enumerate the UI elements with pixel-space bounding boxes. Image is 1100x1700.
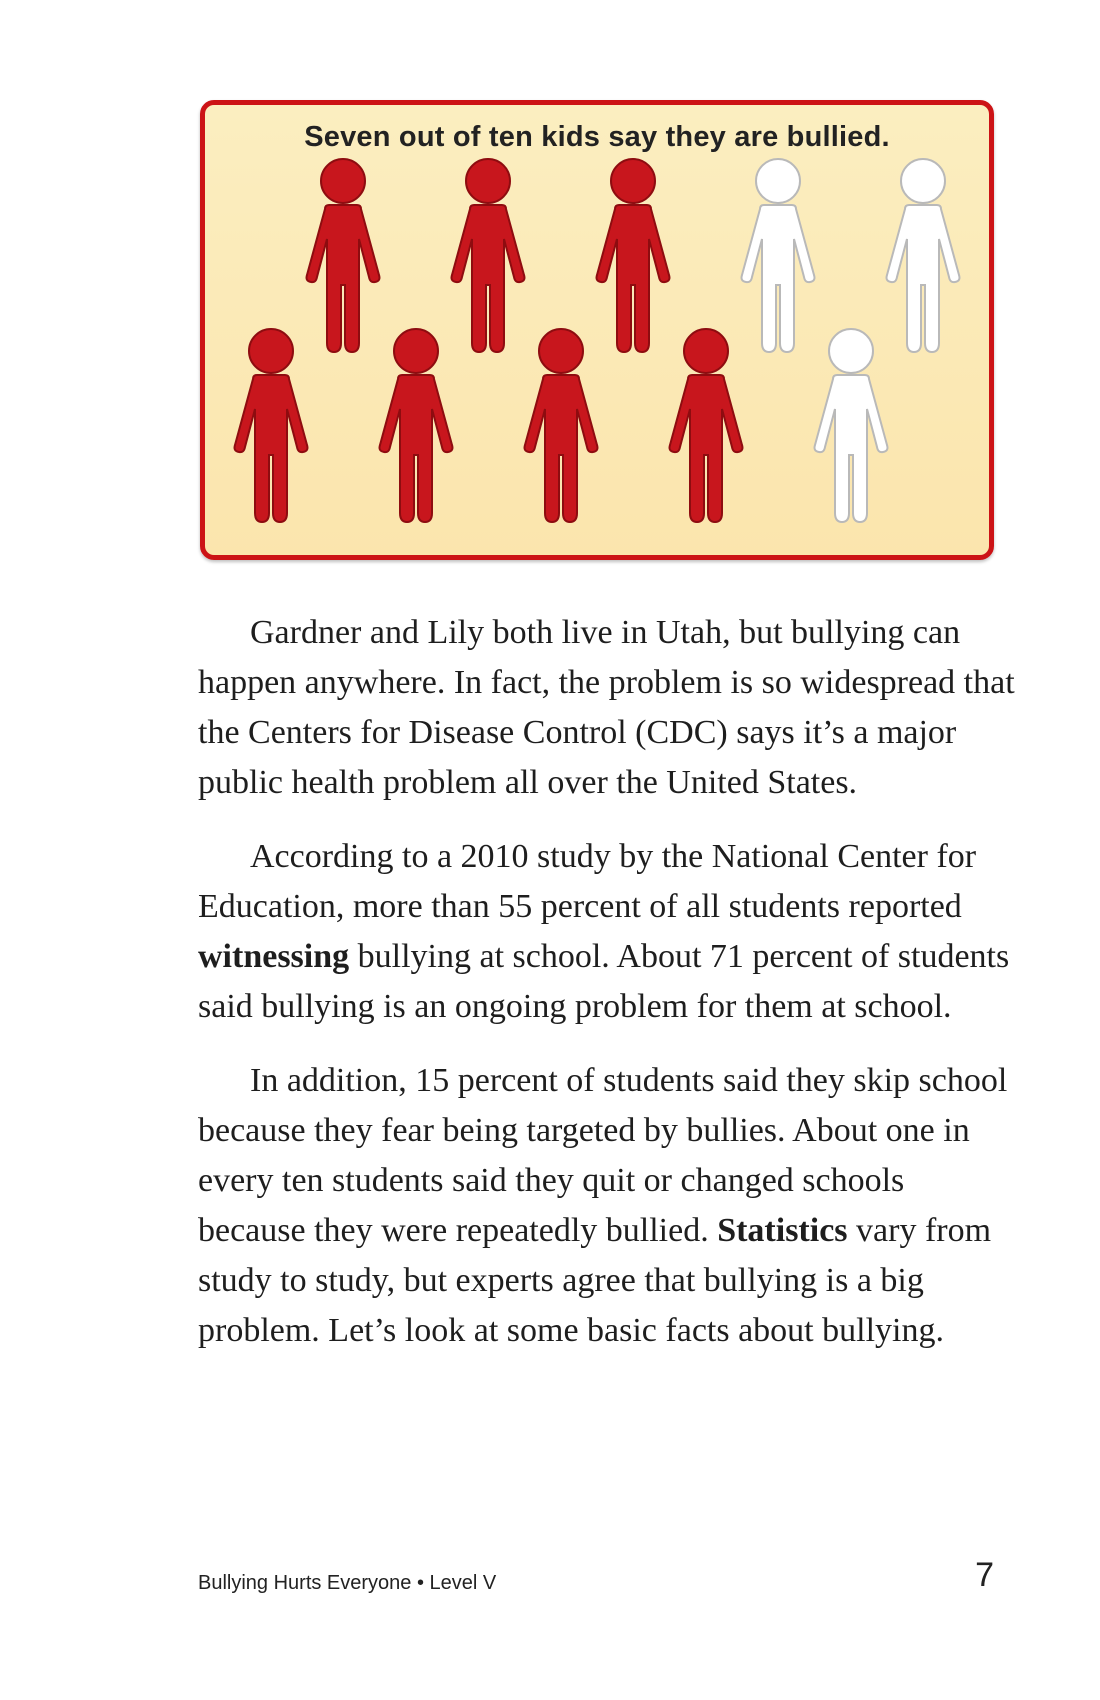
page-number: 7 bbox=[975, 1556, 994, 1594]
glossary-term-statistics: Statistics bbox=[717, 1212, 848, 1249]
person-icon bbox=[378, 328, 454, 524]
not-bullied-person-icon bbox=[803, 327, 899, 527]
paragraph-1-text: Gardner and Lily both live in Utah, but … bbox=[198, 614, 1015, 801]
paragraph-3: In addition, 15 percent of students said… bbox=[198, 1056, 1018, 1356]
bullied-person-icon bbox=[368, 327, 464, 527]
bullied-person-icon bbox=[658, 327, 754, 527]
paragraph-2-text-a: According to a 2010 study by the Nationa… bbox=[198, 838, 977, 925]
bullied-person-icon bbox=[513, 327, 609, 527]
footer-book-title: Bullying Hurts Everyone • Level V bbox=[198, 1572, 497, 1594]
person-icon bbox=[523, 328, 599, 524]
person-icon bbox=[668, 328, 744, 524]
paragraph-1: Gardner and Lily both live in Utah, but … bbox=[198, 608, 1018, 808]
person-icon bbox=[813, 328, 889, 524]
infographic-title: Seven out of ten kids say they are bulli… bbox=[304, 121, 890, 153]
person-icon bbox=[233, 328, 309, 524]
bullied-person-icon bbox=[223, 327, 319, 527]
article-body: Gardner and Lily both live in Utah, but … bbox=[198, 608, 1018, 1380]
bullying-infographic: Seven out of ten kids say they are bulli… bbox=[200, 100, 994, 560]
paragraph-2: According to a 2010 study by the Nationa… bbox=[198, 832, 1018, 1032]
glossary-term-witnessing: witnessing bbox=[198, 938, 350, 975]
